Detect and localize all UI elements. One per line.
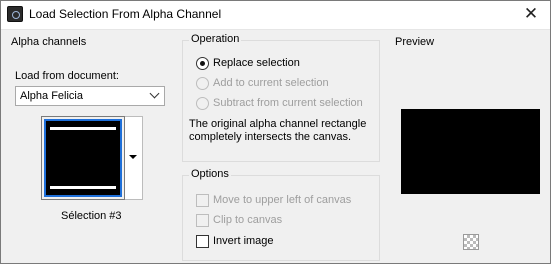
app-icon — [7, 6, 23, 22]
load-from-document-label: Load from document: — [15, 70, 119, 82]
checkerboard-icon[interactable] — [463, 234, 479, 250]
alpha-channel-thumbnail[interactable] — [41, 116, 125, 200]
alpha-channels-title: Alpha channels — [11, 36, 87, 48]
subtract-from-selection-label: Subtract from current selection — [213, 97, 363, 109]
dialog-window: Load Selection From Alpha Channel ✕ Alph… — [0, 0, 551, 264]
document-dropdown[interactable]: Alpha Felicia — [15, 86, 165, 106]
chevron-down-icon — [149, 88, 160, 99]
replace-selection-label: Replace selection — [213, 57, 300, 69]
invert-image-checkbox[interactable] — [196, 235, 209, 248]
thumbnail-image — [44, 119, 122, 197]
replace-selection-radio[interactable] — [196, 57, 209, 70]
window-title: Load Selection From Alpha Channel — [29, 7, 222, 21]
add-to-selection-label: Add to current selection — [213, 77, 329, 89]
invert-image-label: Invert image — [213, 235, 274, 247]
move-to-upper-left-label: Move to upper left of canvas — [213, 194, 352, 206]
preview-image — [401, 109, 540, 194]
thumbnail-dropdown-button[interactable] — [125, 116, 143, 200]
options-title: Options — [189, 168, 231, 180]
selection-name-label: Sélection #3 — [61, 210, 122, 222]
document-dropdown-value: Alpha Felicia — [20, 90, 83, 102]
clip-to-canvas-label: Clip to canvas — [213, 214, 283, 226]
thumbnail-stripe-bottom — [50, 186, 116, 189]
operation-title: Operation — [189, 33, 242, 45]
thumbnail-stripe-top — [50, 127, 116, 130]
subtract-from-selection-radio[interactable] — [196, 97, 209, 110]
move-to-upper-left-checkbox[interactable] — [196, 194, 209, 207]
preview-title: Preview — [395, 36, 435, 48]
operation-info-text: The original alpha channel rectangle com… — [189, 118, 367, 143]
dialog-body: Alpha channels Load from document: Alpha… — [1, 30, 550, 263]
title-bar: Load Selection From Alpha Channel ✕ — [1, 1, 550, 30]
add-to-selection-radio[interactable] — [196, 77, 209, 90]
close-icon[interactable]: ✕ — [520, 4, 542, 24]
clip-to-canvas-checkbox[interactable] — [196, 214, 209, 227]
